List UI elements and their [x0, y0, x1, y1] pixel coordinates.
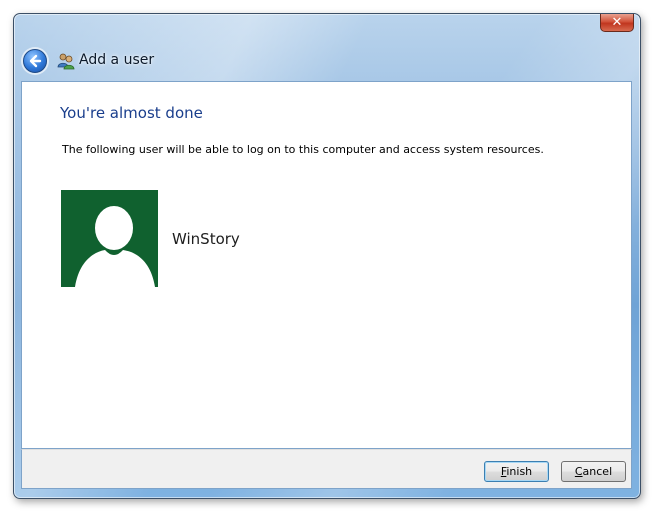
description-text: The following user will be able to log o…: [62, 143, 544, 156]
page-title: You're almost done: [60, 104, 203, 122]
back-button[interactable]: [23, 49, 47, 73]
cancel-button-label: Cancel: [574, 465, 613, 478]
finish-button[interactable]: Finish: [484, 461, 549, 482]
user-name: WinStory: [172, 230, 240, 248]
finish-button-label: Finish: [500, 465, 533, 478]
button-bar: Finish Cancel: [21, 449, 632, 489]
close-button[interactable]: ✕: [600, 14, 634, 32]
user-avatar: [61, 190, 158, 287]
users-icon: [57, 53, 75, 70]
user-silhouette-icon: [75, 206, 155, 287]
window-title: Add a user: [79, 52, 155, 68]
wizard-content: You're almost done The following user wi…: [21, 81, 632, 449]
cancel-button[interactable]: Cancel: [561, 461, 626, 482]
close-icon: ✕: [611, 15, 623, 30]
add-user-window: ✕ Add a user You're almost done The foll…: [13, 13, 641, 499]
back-arrow-icon: [29, 54, 42, 68]
